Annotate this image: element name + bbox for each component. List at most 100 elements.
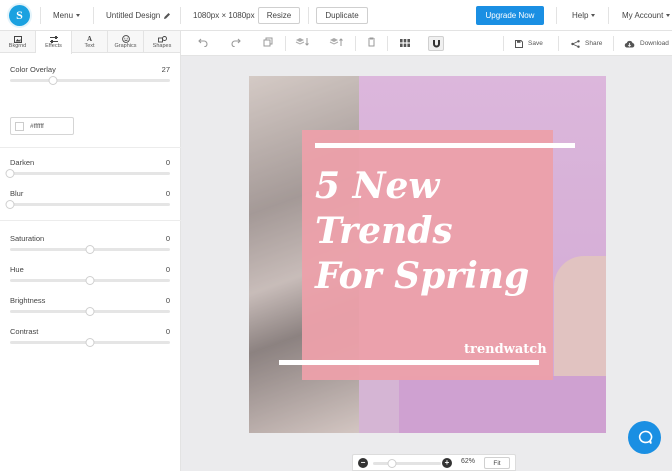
headline-line: 5 New: [315, 165, 440, 207]
resize-button[interactable]: Resize: [258, 7, 300, 24]
dimensions-label: 1080px × 1080px: [193, 11, 255, 20]
control-value: 0: [165, 265, 170, 274]
zoom-out-button[interactable]: −: [358, 458, 368, 468]
divider: [608, 7, 609, 24]
top-accent-line[interactable]: [315, 143, 575, 148]
logo-letter: S: [16, 8, 23, 22]
control-label: Blur: [10, 189, 24, 198]
control-value: 27: [161, 65, 170, 74]
tab-graphics[interactable]: Graphics: [108, 31, 144, 53]
trash-icon[interactable]: [367, 37, 376, 47]
menu-dropdown[interactable]: Menu: [53, 0, 81, 31]
saturation-control: Saturation 0: [10, 234, 170, 254]
control-label: Contrast: [10, 327, 39, 336]
tab-label: Text: [84, 43, 95, 49]
chevron-down-icon: [591, 14, 596, 17]
duplicate-button[interactable]: Duplicate: [316, 7, 368, 24]
color-overlay-control: Color Overlay 27: [10, 65, 170, 85]
hue-slider[interactable]: [10, 276, 170, 285]
tab-label: Bkgrnd: [8, 42, 27, 49]
zoom-bar: − + 62% Fit: [352, 454, 516, 471]
fit-button[interactable]: Fit: [484, 457, 510, 469]
smiley-icon: [121, 35, 130, 43]
menu-label: Menu: [53, 11, 74, 20]
divider: [558, 36, 559, 51]
download-button[interactable]: Download: [624, 31, 669, 56]
undo-icon[interactable]: [198, 37, 208, 47]
text-icon: A: [86, 35, 93, 43]
grid-icon[interactable]: [400, 39, 410, 47]
slider-thumb[interactable]: [5, 169, 15, 178]
account-dropdown[interactable]: My Account: [622, 0, 671, 31]
color-swatch[interactable]: [15, 121, 24, 131]
chat-button[interactable]: [628, 421, 661, 454]
design-name-field[interactable]: Untitled Design: [106, 0, 171, 31]
slider-thumb[interactable]: [5, 200, 15, 209]
control-label: Hue: [10, 265, 24, 274]
share-button[interactable]: Share: [571, 31, 602, 56]
editor-toolbar: Save Share Download: [181, 31, 672, 56]
design-headline[interactable]: 5 New Trends For Spring: [315, 164, 575, 299]
sliders-icon: [49, 36, 58, 43]
divider: [0, 147, 181, 148]
image-icon: [13, 35, 22, 43]
slider-thumb[interactable]: [85, 245, 95, 254]
color-hex: #ffffff: [30, 122, 44, 130]
saturation-slider[interactable]: [10, 245, 170, 254]
snap-toggle[interactable]: [428, 36, 444, 51]
cloud-download-icon: [624, 40, 635, 47]
control-label: Brightness: [10, 296, 46, 305]
zoom-slider[interactable]: [373, 459, 441, 468]
brand-text[interactable]: trendwatch: [464, 342, 547, 357]
brightness-slider[interactable]: [10, 307, 170, 316]
zoom-in-button[interactable]: +: [442, 458, 452, 468]
design-canvas[interactable]: 5 New Trends For Spring trendwatch: [249, 76, 606, 433]
bottom-accent-line[interactable]: [279, 360, 539, 365]
chevron-down-icon: [666, 14, 671, 17]
app-logo[interactable]: S: [9, 5, 30, 26]
slider-thumb[interactable]: [85, 338, 95, 347]
redo-icon[interactable]: [231, 37, 241, 47]
design-name: Untitled Design: [106, 11, 161, 20]
slider-thumb[interactable]: [85, 276, 95, 285]
tab-text[interactable]: A Text: [72, 31, 108, 53]
control-value: 0: [165, 158, 170, 167]
save-icon: [515, 39, 523, 48]
divider: [180, 7, 181, 24]
top-bar: S Menu Untitled Design 1080px × 1080px R…: [0, 0, 672, 31]
divider: [93, 7, 94, 24]
divider: [503, 36, 504, 51]
copy-icon[interactable]: [263, 37, 273, 47]
control-value: 0: [165, 296, 170, 305]
contrast-slider[interactable]: [10, 338, 170, 347]
share-label: Share: [585, 40, 603, 47]
chat-bubble-icon: [638, 430, 652, 444]
help-dropdown[interactable]: Help: [572, 0, 596, 31]
pencil-icon: [164, 12, 171, 19]
divider: [613, 36, 614, 51]
tab-background[interactable]: Bkgrnd: [0, 31, 36, 53]
upgrade-button[interactable]: Upgrade Now: [476, 6, 544, 25]
control-value: 0: [165, 234, 170, 243]
minus-icon: −: [360, 458, 366, 467]
tab-effects[interactable]: Effects: [36, 31, 72, 54]
brightness-control: Brightness 0: [10, 296, 170, 316]
headline-line: Trends: [315, 210, 453, 252]
slider-thumb[interactable]: [48, 76, 58, 85]
bring-forward-icon[interactable]: [329, 37, 343, 47]
save-label: Save: [528, 40, 543, 47]
color-overlay-slider[interactable]: [10, 76, 170, 85]
overlay-color-field[interactable]: #ffffff: [10, 117, 74, 135]
effects-sidebar: Bkgrnd Effects A Text Graphics Shapes Co…: [0, 31, 181, 471]
darken-slider[interactable]: [5, 169, 170, 178]
slider-thumb[interactable]: [85, 307, 95, 316]
contrast-control: Contrast 0: [10, 327, 170, 347]
save-button[interactable]: Save: [515, 31, 543, 56]
slider-thumb[interactable]: [387, 459, 397, 468]
tab-label: Shapes: [152, 42, 172, 49]
chevron-down-icon: [76, 14, 81, 17]
send-backward-icon[interactable]: [295, 37, 309, 47]
divider: [355, 36, 356, 51]
blur-slider[interactable]: [5, 200, 170, 209]
tab-shapes[interactable]: Shapes: [144, 31, 180, 53]
